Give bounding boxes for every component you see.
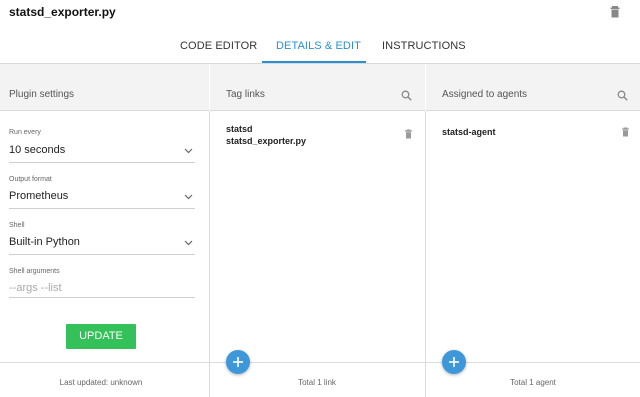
column-divider [425, 111, 426, 397]
plus-icon [449, 357, 459, 367]
field-underline [9, 162, 195, 163]
chevron-down-icon[interactable] [184, 194, 193, 200]
trash-icon[interactable] [609, 5, 621, 18]
shell-select[interactable]: Built-in Python [9, 236, 80, 248]
add-tag-link-button[interactable] [226, 350, 250, 374]
field-underline [9, 297, 195, 298]
output-format-label: Output format [9, 176, 52, 183]
shell-arguments-input[interactable]: --args --list [9, 282, 62, 294]
plugin-footer-status: Last updated: unknown [59, 378, 143, 387]
trash-icon[interactable] [621, 127, 630, 137]
search-icon[interactable] [617, 90, 628, 101]
shell-arguments-label: Shell arguments [9, 268, 60, 275]
agents-footer-count: Total 1 agent [510, 378, 556, 387]
tab-bar: CODE EDITOR DETAILS & EDIT INSTRUCTIONS [0, 30, 640, 64]
trash-icon[interactable] [404, 129, 413, 139]
run-every-label: Run every [9, 129, 41, 136]
tab-details-edit[interactable]: DETAILS & EDIT [276, 40, 361, 52]
tag-link-file[interactable]: statsd_exporter.py [226, 136, 306, 146]
shell-label: Shell [9, 222, 25, 229]
tag-link-name[interactable]: statsd [226, 124, 253, 134]
tags-footer-count: Total 1 link [298, 378, 336, 387]
tab-instructions[interactable]: INSTRUCTIONS [382, 40, 466, 52]
agent-item[interactable]: statsd-agent [442, 127, 496, 137]
agents-heading: Assigned to agents [442, 89, 528, 100]
footer-divider [0, 362, 640, 363]
active-tab-indicator [262, 61, 366, 63]
tab-code-editor[interactable]: CODE EDITOR [180, 40, 257, 52]
add-agent-button[interactable] [442, 350, 466, 374]
agents-header: Assigned to agents [426, 64, 640, 111]
field-underline [9, 254, 195, 255]
chevron-down-icon[interactable] [184, 148, 193, 154]
output-format-select[interactable]: Prometheus [9, 190, 68, 202]
tag-links-heading: Tag links [226, 89, 265, 100]
page-title: statsd_exporter.py [9, 5, 116, 19]
tag-links-header: Tag links [210, 64, 425, 111]
plugin-settings-heading: Plugin settings [9, 89, 75, 100]
top-bar: statsd_exporter.py [0, 0, 640, 30]
field-underline [9, 208, 195, 209]
column-divider [209, 111, 210, 397]
update-button[interactable]: UPDATE [66, 324, 136, 349]
run-every-select[interactable]: 10 seconds [9, 144, 65, 156]
plus-icon [233, 357, 243, 367]
search-icon[interactable] [401, 90, 412, 101]
chevron-down-icon[interactable] [184, 240, 193, 246]
plugin-settings-header: Plugin settings [0, 64, 209, 111]
